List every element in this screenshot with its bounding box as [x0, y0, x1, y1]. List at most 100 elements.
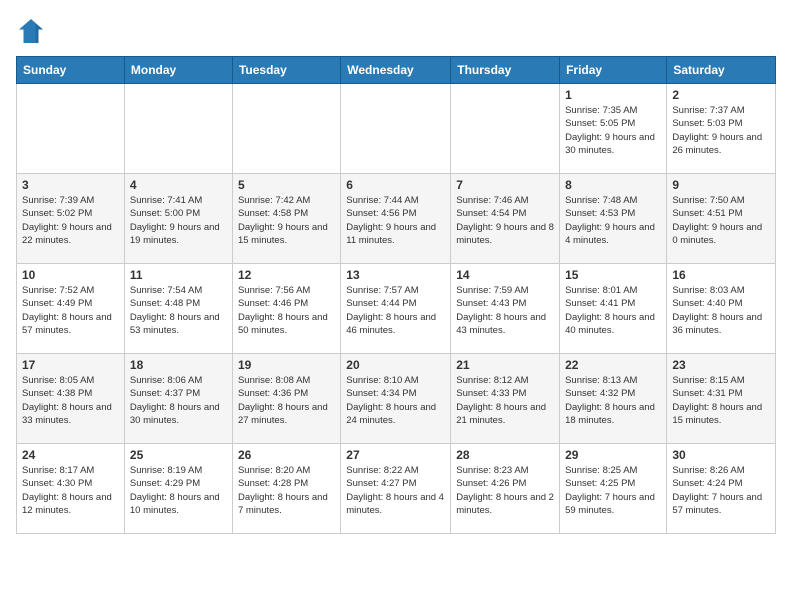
week-row-1: 1 Sunrise: 7:35 AM Sunset: 5:05 PM Daylig…: [17, 84, 776, 174]
day-number: 19: [238, 358, 335, 372]
day-number: 17: [22, 358, 119, 372]
day-number: 13: [346, 268, 445, 282]
day-info: Sunrise: 7:46 AM Sunset: 4:54 PM Dayligh…: [456, 194, 554, 247]
day-cell: [17, 84, 125, 174]
day-info: Sunrise: 8:05 AM Sunset: 4:38 PM Dayligh…: [22, 374, 119, 427]
day-number: 2: [672, 88, 770, 102]
day-info: Sunrise: 7:50 AM Sunset: 4:51 PM Dayligh…: [672, 194, 770, 247]
day-info: Sunrise: 8:06 AM Sunset: 4:37 PM Dayligh…: [130, 374, 227, 427]
day-info: Sunrise: 8:26 AM Sunset: 4:24 PM Dayligh…: [672, 464, 770, 517]
day-number: 20: [346, 358, 445, 372]
day-info: Sunrise: 7:54 AM Sunset: 4:48 PM Dayligh…: [130, 284, 227, 337]
calendar-table: SundayMondayTuesdayWednesdayThursdayFrid…: [16, 56, 776, 534]
day-cell: [232, 84, 340, 174]
day-info: Sunrise: 8:20 AM Sunset: 4:28 PM Dayligh…: [238, 464, 335, 517]
day-cell: 13 Sunrise: 7:57 AM Sunset: 4:44 PM Dayli…: [341, 264, 451, 354]
day-info: Sunrise: 7:35 AM Sunset: 5:05 PM Dayligh…: [565, 104, 661, 157]
day-cell: 10 Sunrise: 7:52 AM Sunset: 4:49 PM Dayli…: [17, 264, 125, 354]
day-cell: 28 Sunrise: 8:23 AM Sunset: 4:26 PM Dayli…: [451, 444, 560, 534]
logo-icon: [16, 16, 46, 46]
day-info: Sunrise: 8:08 AM Sunset: 4:36 PM Dayligh…: [238, 374, 335, 427]
day-number: 5: [238, 178, 335, 192]
day-info: Sunrise: 8:25 AM Sunset: 4:25 PM Dayligh…: [565, 464, 661, 517]
calendar-header-row: SundayMondayTuesdayWednesdayThursdayFrid…: [17, 57, 776, 84]
day-cell: 19 Sunrise: 8:08 AM Sunset: 4:36 PM Dayli…: [232, 354, 340, 444]
day-cell: 6 Sunrise: 7:44 AM Sunset: 4:56 PM Daylig…: [341, 174, 451, 264]
day-number: 3: [22, 178, 119, 192]
page: SundayMondayTuesdayWednesdayThursdayFrid…: [0, 0, 792, 544]
day-cell: [341, 84, 451, 174]
day-cell: 26 Sunrise: 8:20 AM Sunset: 4:28 PM Dayli…: [232, 444, 340, 534]
day-info: Sunrise: 7:44 AM Sunset: 4:56 PM Dayligh…: [346, 194, 445, 247]
day-cell: 3 Sunrise: 7:39 AM Sunset: 5:02 PM Daylig…: [17, 174, 125, 264]
day-info: Sunrise: 7:39 AM Sunset: 5:02 PM Dayligh…: [22, 194, 119, 247]
day-info: Sunrise: 8:15 AM Sunset: 4:31 PM Dayligh…: [672, 374, 770, 427]
day-info: Sunrise: 7:56 AM Sunset: 4:46 PM Dayligh…: [238, 284, 335, 337]
day-cell: 4Sunrise: 7:41 AM Sunset: 5:00 PM Daylig…: [124, 174, 232, 264]
day-number: 26: [238, 448, 335, 462]
day-number: 30: [672, 448, 770, 462]
col-header-saturday: Saturday: [667, 57, 776, 84]
day-cell: 17 Sunrise: 8:05 AM Sunset: 4:38 PM Dayli…: [17, 354, 125, 444]
day-number: 8: [565, 178, 661, 192]
day-cell: 16 Sunrise: 8:03 AM Sunset: 4:40 PM Dayli…: [667, 264, 776, 354]
day-cell: 18 Sunrise: 8:06 AM Sunset: 4:37 PM Dayli…: [124, 354, 232, 444]
col-header-tuesday: Tuesday: [232, 57, 340, 84]
day-cell: [451, 84, 560, 174]
day-cell: 8 Sunrise: 7:48 AM Sunset: 4:53 PM Daylig…: [560, 174, 667, 264]
day-number: 10: [22, 268, 119, 282]
day-cell: [124, 84, 232, 174]
col-header-sunday: Sunday: [17, 57, 125, 84]
col-header-friday: Friday: [560, 57, 667, 84]
day-cell: 27Sunrise: 8:22 AM Sunset: 4:27 PM Dayli…: [341, 444, 451, 534]
day-cell: 7 Sunrise: 7:46 AM Sunset: 4:54 PM Daylig…: [451, 174, 560, 264]
day-cell: 12Sunrise: 7:56 AM Sunset: 4:46 PM Dayli…: [232, 264, 340, 354]
day-cell: 14Sunrise: 7:59 AM Sunset: 4:43 PM Dayli…: [451, 264, 560, 354]
logo: [16, 16, 50, 46]
header: [16, 16, 776, 46]
day-number: 9: [672, 178, 770, 192]
day-info: Sunrise: 7:48 AM Sunset: 4:53 PM Dayligh…: [565, 194, 661, 247]
day-info: Sunrise: 8:17 AM Sunset: 4:30 PM Dayligh…: [22, 464, 119, 517]
day-info: Sunrise: 7:37 AM Sunset: 5:03 PM Dayligh…: [672, 104, 770, 157]
day-cell: 21 Sunrise: 8:12 AM Sunset: 4:33 PM Dayli…: [451, 354, 560, 444]
day-cell: 22Sunrise: 8:13 AM Sunset: 4:32 PM Dayli…: [560, 354, 667, 444]
day-cell: 24 Sunrise: 8:17 AM Sunset: 4:30 PM Dayli…: [17, 444, 125, 534]
day-cell: 30 Sunrise: 8:26 AM Sunset: 4:24 PM Dayli…: [667, 444, 776, 534]
col-header-wednesday: Wednesday: [341, 57, 451, 84]
day-number: 24: [22, 448, 119, 462]
day-number: 21: [456, 358, 554, 372]
day-info: Sunrise: 8:13 AM Sunset: 4:32 PM Dayligh…: [565, 374, 661, 427]
day-info: Sunrise: 7:52 AM Sunset: 4:49 PM Dayligh…: [22, 284, 119, 337]
day-info: Sunrise: 8:12 AM Sunset: 4:33 PM Dayligh…: [456, 374, 554, 427]
day-number: 23: [672, 358, 770, 372]
day-number: 15: [565, 268, 661, 282]
day-cell: 11 Sunrise: 7:54 AM Sunset: 4:48 PM Dayli…: [124, 264, 232, 354]
day-cell: 29 Sunrise: 8:25 AM Sunset: 4:25 PM Dayli…: [560, 444, 667, 534]
day-info: Sunrise: 8:10 AM Sunset: 4:34 PM Dayligh…: [346, 374, 445, 427]
day-number: 7: [456, 178, 554, 192]
week-row-2: 3 Sunrise: 7:39 AM Sunset: 5:02 PM Daylig…: [17, 174, 776, 264]
day-info: Sunrise: 7:59 AM Sunset: 4:43 PM Dayligh…: [456, 284, 554, 337]
day-number: 1: [565, 88, 661, 102]
day-cell: 1 Sunrise: 7:35 AM Sunset: 5:05 PM Daylig…: [560, 84, 667, 174]
day-number: 28: [456, 448, 554, 462]
day-number: 6: [346, 178, 445, 192]
day-number: 16: [672, 268, 770, 282]
day-info: Sunrise: 7:57 AM Sunset: 4:44 PM Dayligh…: [346, 284, 445, 337]
col-header-thursday: Thursday: [451, 57, 560, 84]
day-cell: 2 Sunrise: 7:37 AM Sunset: 5:03 PM Daylig…: [667, 84, 776, 174]
day-cell: 20 Sunrise: 8:10 AM Sunset: 4:34 PM Dayli…: [341, 354, 451, 444]
day-info: Sunrise: 7:41 AM Sunset: 5:00 PM Dayligh…: [130, 194, 227, 247]
day-info: Sunrise: 8:03 AM Sunset: 4:40 PM Dayligh…: [672, 284, 770, 337]
day-number: 18: [130, 358, 227, 372]
day-info: Sunrise: 8:19 AM Sunset: 4:29 PM Dayligh…: [130, 464, 227, 517]
day-cell: 23 Sunrise: 8:15 AM Sunset: 4:31 PM Dayli…: [667, 354, 776, 444]
week-row-5: 24 Sunrise: 8:17 AM Sunset: 4:30 PM Dayli…: [17, 444, 776, 534]
day-info: Sunrise: 8:01 AM Sunset: 4:41 PM Dayligh…: [565, 284, 661, 337]
day-number: 11: [130, 268, 227, 282]
day-info: Sunrise: 8:23 AM Sunset: 4:26 PM Dayligh…: [456, 464, 554, 517]
col-header-monday: Monday: [124, 57, 232, 84]
day-number: 29: [565, 448, 661, 462]
day-info: Sunrise: 8:22 AM Sunset: 4:27 PM Dayligh…: [346, 464, 445, 517]
